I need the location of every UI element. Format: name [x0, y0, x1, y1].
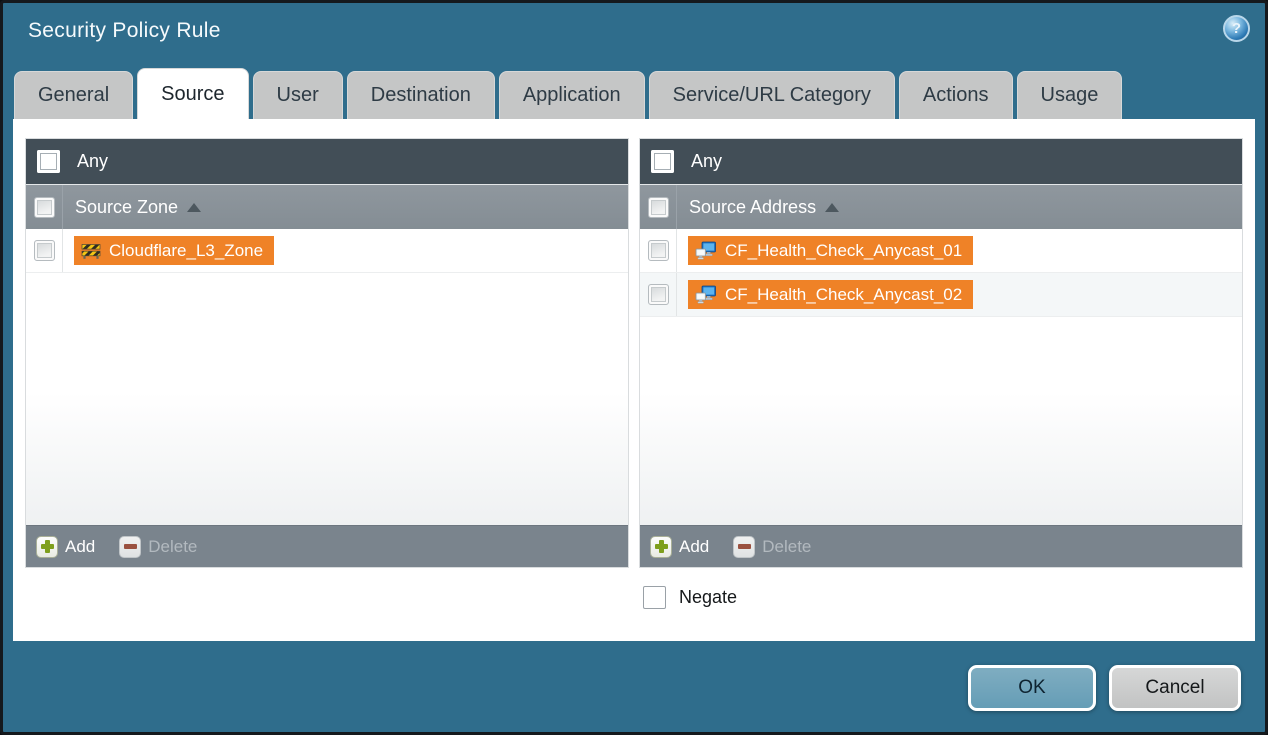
tab-usage[interactable]: Usage	[1017, 71, 1123, 119]
row-checkbox-cell	[640, 229, 677, 272]
add-button[interactable]: Add	[36, 536, 95, 558]
tab-user[interactable]: User	[253, 71, 343, 119]
sort-ascending-icon	[187, 203, 201, 212]
source-address-select-all-checkbox[interactable]	[648, 197, 669, 218]
source-address-any-label: Any	[691, 151, 722, 172]
source-address-column-header: Source Address	[640, 185, 1242, 229]
source-address-any-row: Any	[640, 139, 1242, 185]
dialog-button-bar: OK Cancel	[968, 665, 1241, 711]
tab-general[interactable]: General	[14, 71, 133, 119]
address-icon	[695, 285, 717, 304]
table-row[interactable]: CF_Health_Check_Anycast_01	[640, 229, 1242, 273]
table-row[interactable]: CF_Health_Check_Anycast_02	[640, 273, 1242, 317]
delete-button-label: Delete	[148, 537, 197, 557]
negate-row: Negate	[643, 586, 737, 609]
source-address-column-label-wrap[interactable]: Source Address	[677, 185, 839, 229]
source-address-table-body: CF_Health_Check_Anycast_01	[640, 229, 1242, 525]
cancel-button[interactable]: Cancel	[1109, 665, 1241, 711]
source-address-footer: Add Delete	[640, 525, 1242, 567]
address-tag-label: CF_Health_Check_Anycast_02	[725, 285, 962, 305]
source-zone-panel: Any Source Zone	[25, 138, 629, 568]
delete-button-label: Delete	[762, 537, 811, 557]
row-checkbox[interactable]	[648, 284, 669, 305]
plus-icon	[36, 536, 58, 558]
tab-source[interactable]: Source	[137, 68, 248, 119]
address-tag[interactable]: CF_Health_Check_Anycast_02	[688, 280, 973, 309]
address-tag[interactable]: CF_Health_Check_Anycast_01	[688, 236, 973, 265]
add-button-label: Add	[679, 537, 709, 557]
minus-icon	[733, 536, 755, 558]
address-tag-label: CF_Health_Check_Anycast_01	[725, 241, 962, 261]
source-address-select-all-cell	[640, 185, 677, 229]
zone-tag-label: Cloudflare_L3_Zone	[109, 241, 263, 261]
row-checkbox-cell	[640, 273, 677, 316]
help-icon[interactable]: ?	[1223, 15, 1250, 42]
source-zone-column-label-wrap[interactable]: Source Zone	[63, 185, 201, 229]
security-policy-rule-dialog: Security Policy Rule ? General Source Us…	[0, 0, 1268, 735]
ok-button[interactable]: OK	[968, 665, 1096, 711]
table-row[interactable]: Cloudflare_L3_Zone	[26, 229, 628, 273]
row-checkbox[interactable]	[34, 240, 55, 261]
negate-checkbox[interactable]	[643, 586, 666, 609]
source-address-column-label: Source Address	[689, 197, 816, 218]
delete-button[interactable]: Delete	[119, 536, 197, 558]
source-zone-column-header: Source Zone	[26, 185, 628, 229]
zone-icon	[81, 242, 101, 259]
source-zone-select-all-checkbox[interactable]	[34, 197, 55, 218]
source-zone-column-label: Source Zone	[75, 197, 178, 218]
add-button[interactable]: Add	[650, 536, 709, 558]
source-zone-select-all-cell	[26, 185, 63, 229]
tab-bar: General Source User Destination Applicat…	[14, 3, 1122, 119]
source-zone-table-body: Cloudflare_L3_Zone	[26, 229, 628, 525]
tab-actions[interactable]: Actions	[899, 71, 1013, 119]
row-checkbox[interactable]	[648, 240, 669, 261]
source-zone-any-checkbox[interactable]	[37, 150, 60, 173]
source-zone-footer: Add Delete	[26, 525, 628, 567]
zone-tag[interactable]: Cloudflare_L3_Zone	[74, 236, 274, 265]
source-address-any-checkbox[interactable]	[651, 150, 674, 173]
tab-application[interactable]: Application	[499, 71, 645, 119]
source-tab-content: Any Source Zone	[13, 119, 1255, 641]
source-address-panel: Any Source Address	[639, 138, 1243, 568]
row-checkbox-cell	[26, 229, 63, 272]
plus-icon	[650, 536, 672, 558]
tab-service-url-category[interactable]: Service/URL Category	[649, 71, 895, 119]
negate-label: Negate	[679, 587, 737, 608]
address-icon	[695, 241, 717, 260]
source-zone-any-label: Any	[77, 151, 108, 172]
tab-destination[interactable]: Destination	[347, 71, 495, 119]
add-button-label: Add	[65, 537, 95, 557]
panels-container: Any Source Zone	[25, 138, 1243, 568]
minus-icon	[119, 536, 141, 558]
delete-button[interactable]: Delete	[733, 536, 811, 558]
source-zone-any-row: Any	[26, 139, 628, 185]
sort-ascending-icon	[825, 203, 839, 212]
